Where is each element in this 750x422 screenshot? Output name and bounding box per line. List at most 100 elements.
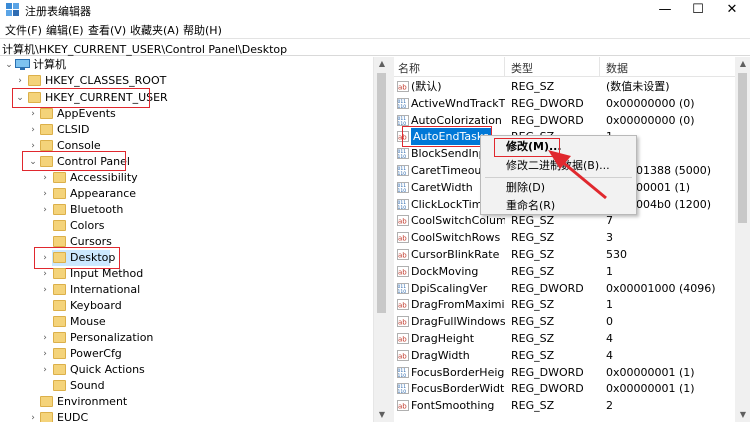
value-row[interactable]: ab CursorBlinkRate REG_SZ 530 (394, 246, 735, 263)
list-scrollbar[interactable]: ▲ ▼ (735, 57, 750, 422)
svg-text:ab: ab (398, 403, 407, 411)
tree-scroll-thumb[interactable] (377, 73, 386, 313)
value-data: 01388 (5000) (636, 164, 712, 177)
collapsed-arrow-icon[interactable]: › (28, 410, 38, 422)
value-data: 0x00000001 (1) (606, 382, 695, 396)
value-name: DockMoving (411, 264, 479, 278)
maximize-button[interactable]: ☐ (681, 0, 715, 20)
value-row[interactable]: ab CoolSwitchRows REG_SZ 3 (394, 229, 735, 246)
value-type: REG_SZ (511, 298, 555, 312)
close-button[interactable]: ✕ (715, 0, 749, 20)
collapsed-arrow-icon[interactable]: › (40, 170, 50, 186)
value-type: REG_DWORD (511, 96, 584, 110)
binary-value-icon: 011110 (397, 148, 409, 160)
computer-icon (15, 59, 30, 70)
svg-text:ab: ab (398, 302, 407, 310)
menu-help[interactable]: 帮助(H) (183, 22, 222, 38)
value-name: DragHeight (411, 332, 475, 345)
value-type: REG_SZ (511, 264, 555, 278)
scroll-down-icon[interactable]: ▼ (735, 408, 750, 422)
value-type: REG_SZ (511, 315, 555, 329)
tree-label: PowerCfg (70, 347, 122, 360)
value-row[interactable]: ab (默认) REG_SZ (数值未设置) (394, 78, 735, 95)
value-row[interactable]: ab DockMoving REG_SZ 1 (394, 263, 735, 280)
menu-file[interactable]: 文件(F) (5, 22, 42, 38)
svg-text:110: 110 (398, 121, 407, 126)
collapsed-arrow-icon[interactable]: › (28, 106, 38, 122)
value-name: DpiScalingVer (411, 281, 488, 295)
collapsed-arrow-icon[interactable]: › (40, 346, 50, 362)
menu-view[interactable]: 查看(V) (88, 22, 126, 38)
value-row[interactable]: ab DragFullWindows REG_SZ 0 (394, 313, 735, 330)
binary-value-icon: 011110 (397, 198, 409, 210)
value-row[interactable]: ab FontSmoothing REG_SZ 2 (394, 397, 735, 414)
menu-item-delete[interactable]: 删除(D) (481, 179, 636, 197)
tree-label: AppEvents (57, 107, 116, 120)
scroll-down-icon[interactable]: ▼ (374, 408, 390, 422)
scroll-up-icon[interactable]: ▲ (735, 57, 750, 71)
string-value-icon: ab (397, 81, 409, 92)
svg-text:110: 110 (398, 171, 407, 176)
tree-label: HKEY_CLASSES_ROOT (45, 74, 167, 87)
collapsed-arrow-icon[interactable]: › (28, 122, 38, 138)
scroll-up-icon[interactable]: ▲ (374, 57, 390, 71)
key-tree-pane[interactable]: ⌄ 计算机 › HKEY_CLASSES_ROOT ⌄ HKEY_CURRENT… (0, 57, 373, 422)
value-type: REG_SZ (511, 348, 555, 362)
value-data: 4 (606, 332, 613, 345)
expanded-arrow-icon[interactable]: ⌄ (4, 57, 14, 73)
collapsed-arrow-icon[interactable]: › (40, 186, 50, 202)
value-row[interactable]: ab DragFromMaximize REG_SZ 1 (394, 296, 735, 313)
collapsed-arrow-icon[interactable]: › (40, 362, 50, 378)
menu-edit[interactable]: 编辑(E) (46, 22, 84, 38)
column-header-type[interactable]: 类型 (511, 60, 533, 76)
value-data: 530 (606, 248, 627, 261)
value-name: FocusBorderWidth (411, 382, 505, 396)
value-row[interactable]: 011 110 DpiScalingVer REG_DWORD 0x00001000 (… (394, 280, 735, 297)
svg-text:110: 110 (398, 104, 407, 109)
value-row[interactable]: ab DragWidth REG_SZ 4 (394, 347, 735, 364)
folder-icon (53, 348, 66, 359)
menu-item-rename[interactable]: 重命名(R) (481, 197, 636, 215)
list-scroll-thumb[interactable] (738, 73, 747, 223)
menu-favorites[interactable]: 收藏夹(A) (130, 22, 179, 38)
column-divider[interactable] (504, 57, 505, 77)
value-data: 3 (606, 231, 613, 245)
collapsed-arrow-icon[interactable]: › (40, 330, 50, 346)
collapsed-arrow-icon[interactable]: › (40, 266, 50, 282)
value-type: REG_DWORD (511, 365, 584, 379)
value-type: REG_SZ (511, 332, 555, 345)
binary-value-icon: 011110 (397, 383, 409, 395)
column-header-data[interactable]: 数据 (606, 60, 628, 76)
folder-icon (53, 364, 66, 375)
svg-text:ab: ab (398, 319, 407, 327)
value-row[interactable]: 011110ActiveWndTrackTi... REG_DWORD 0x0000… (394, 95, 735, 112)
column-header-name[interactable]: 名称 (398, 60, 420, 76)
collapsed-arrow-icon[interactable]: › (40, 282, 50, 298)
value-row[interactable]: 011110FocusBorderHeight REG_DWORD 0x000000… (394, 364, 735, 381)
address-bar[interactable]: 计算机\HKEY_CURRENT_USER\Control Panel\Desk… (0, 38, 750, 56)
svg-text:ab: ab (398, 336, 407, 344)
string-value-icon: ab (397, 215, 409, 227)
value-row[interactable]: 011 110 FocusBorderWidth REG_DWORD 0x0000000… (394, 380, 735, 397)
binary-value-icon: 011110 (397, 181, 409, 193)
value-data: (数值未设置) (606, 80, 670, 93)
values-list-pane[interactable]: 名称 类型 数据 ab (默认) REG_SZ (数值未设置) 011 110 Active… (394, 57, 735, 422)
collapsed-arrow-icon[interactable]: › (15, 73, 25, 89)
value-name: DragWidth (411, 348, 470, 362)
menu-item-modify-binary[interactable]: 修改二进制数据(B)... (481, 157, 636, 175)
folder-icon (53, 268, 66, 279)
value-row[interactable]: ab DragHeight REG_SZ 4 (394, 330, 735, 347)
column-divider[interactable] (599, 57, 600, 77)
registry-editor-icon (6, 3, 19, 16)
collapsed-arrow-icon[interactable]: › (40, 202, 50, 218)
folder-icon (53, 284, 66, 295)
value-data: 0 (606, 315, 613, 329)
string-value-icon: ab (397, 249, 409, 260)
value-name: DragFromMaximize (411, 298, 505, 312)
value-name: (默认) (411, 80, 442, 93)
address-path[interactable]: 计算机\HKEY_CURRENT_USER\Control Panel\Desk… (2, 41, 287, 57)
tree-scrollbar[interactable]: ▲ ▼ (373, 57, 389, 422)
folder-icon (28, 75, 41, 86)
svg-text:110: 110 (398, 389, 407, 394)
minimize-button[interactable]: — (648, 0, 682, 20)
